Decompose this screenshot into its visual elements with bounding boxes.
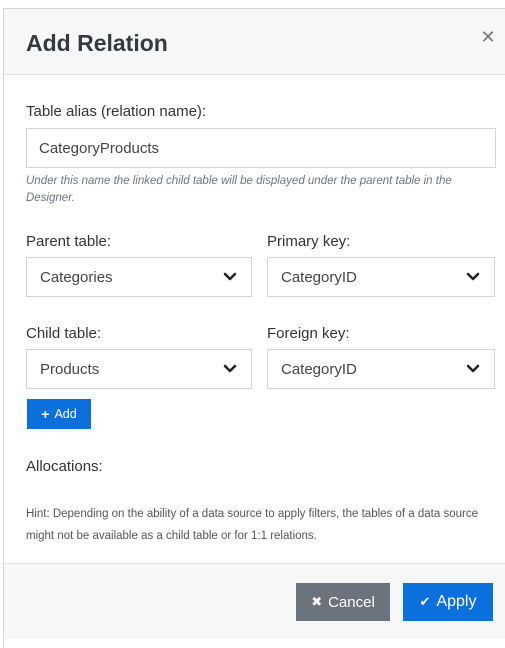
primary-key-value: CategoryID bbox=[281, 269, 357, 286]
parent-table-select[interactable]: Categories bbox=[26, 257, 252, 297]
add-relation-dialog: Add Relation ✕ Table alias (relation nam… bbox=[3, 8, 505, 648]
add-allocation-button[interactable]: + Add bbox=[27, 399, 91, 429]
alias-input[interactable] bbox=[26, 128, 496, 168]
foreign-key-value: CategoryID bbox=[281, 361, 357, 378]
foreign-key-label: Foreign key: bbox=[267, 325, 350, 342]
child-table-value: Products bbox=[40, 361, 100, 378]
chevron-down-icon bbox=[223, 272, 237, 281]
chevron-down-icon bbox=[466, 364, 480, 373]
alias-help-text: Under this name the linked child table w… bbox=[26, 175, 452, 204]
dialog-footer: ✖ Cancel ✔ Apply bbox=[4, 563, 505, 639]
times-icon: ✖ bbox=[311, 594, 323, 610]
dialog-body: Table alias (relation name): Under this … bbox=[4, 75, 505, 563]
chevron-down-icon bbox=[466, 272, 480, 281]
plus-icon: + bbox=[41, 406, 50, 422]
allocations-label: Allocations: bbox=[26, 458, 103, 475]
hint-text: Hint: Depending on the ability of a data… bbox=[26, 508, 478, 542]
dialog-title: Add Relation bbox=[26, 30, 168, 56]
dialog-header: Add Relation ✕ bbox=[4, 9, 505, 75]
foreign-key-select[interactable]: CategoryID bbox=[267, 349, 495, 389]
check-icon: ✔ bbox=[419, 594, 431, 610]
cancel-button[interactable]: ✖ Cancel bbox=[296, 583, 390, 621]
primary-key-select[interactable]: CategoryID bbox=[267, 257, 495, 297]
alias-label: Table alias (relation name): bbox=[26, 103, 207, 120]
child-table-label: Child table: bbox=[26, 325, 102, 342]
close-icon: ✕ bbox=[480, 27, 496, 48]
add-button-label: Add bbox=[54, 407, 77, 421]
apply-button[interactable]: ✔ Apply bbox=[403, 583, 493, 621]
apply-button-label: Apply bbox=[436, 593, 477, 610]
chevron-down-icon bbox=[223, 364, 237, 373]
cancel-button-label: Cancel bbox=[328, 593, 375, 611]
child-table-select[interactable]: Products bbox=[26, 349, 252, 389]
parent-table-value: Categories bbox=[40, 269, 113, 286]
close-button[interactable]: ✕ bbox=[477, 27, 499, 49]
background-page-strip bbox=[0, 0, 505, 8]
primary-key-label: Primary key: bbox=[267, 233, 351, 250]
parent-table-label: Parent table: bbox=[26, 233, 112, 250]
